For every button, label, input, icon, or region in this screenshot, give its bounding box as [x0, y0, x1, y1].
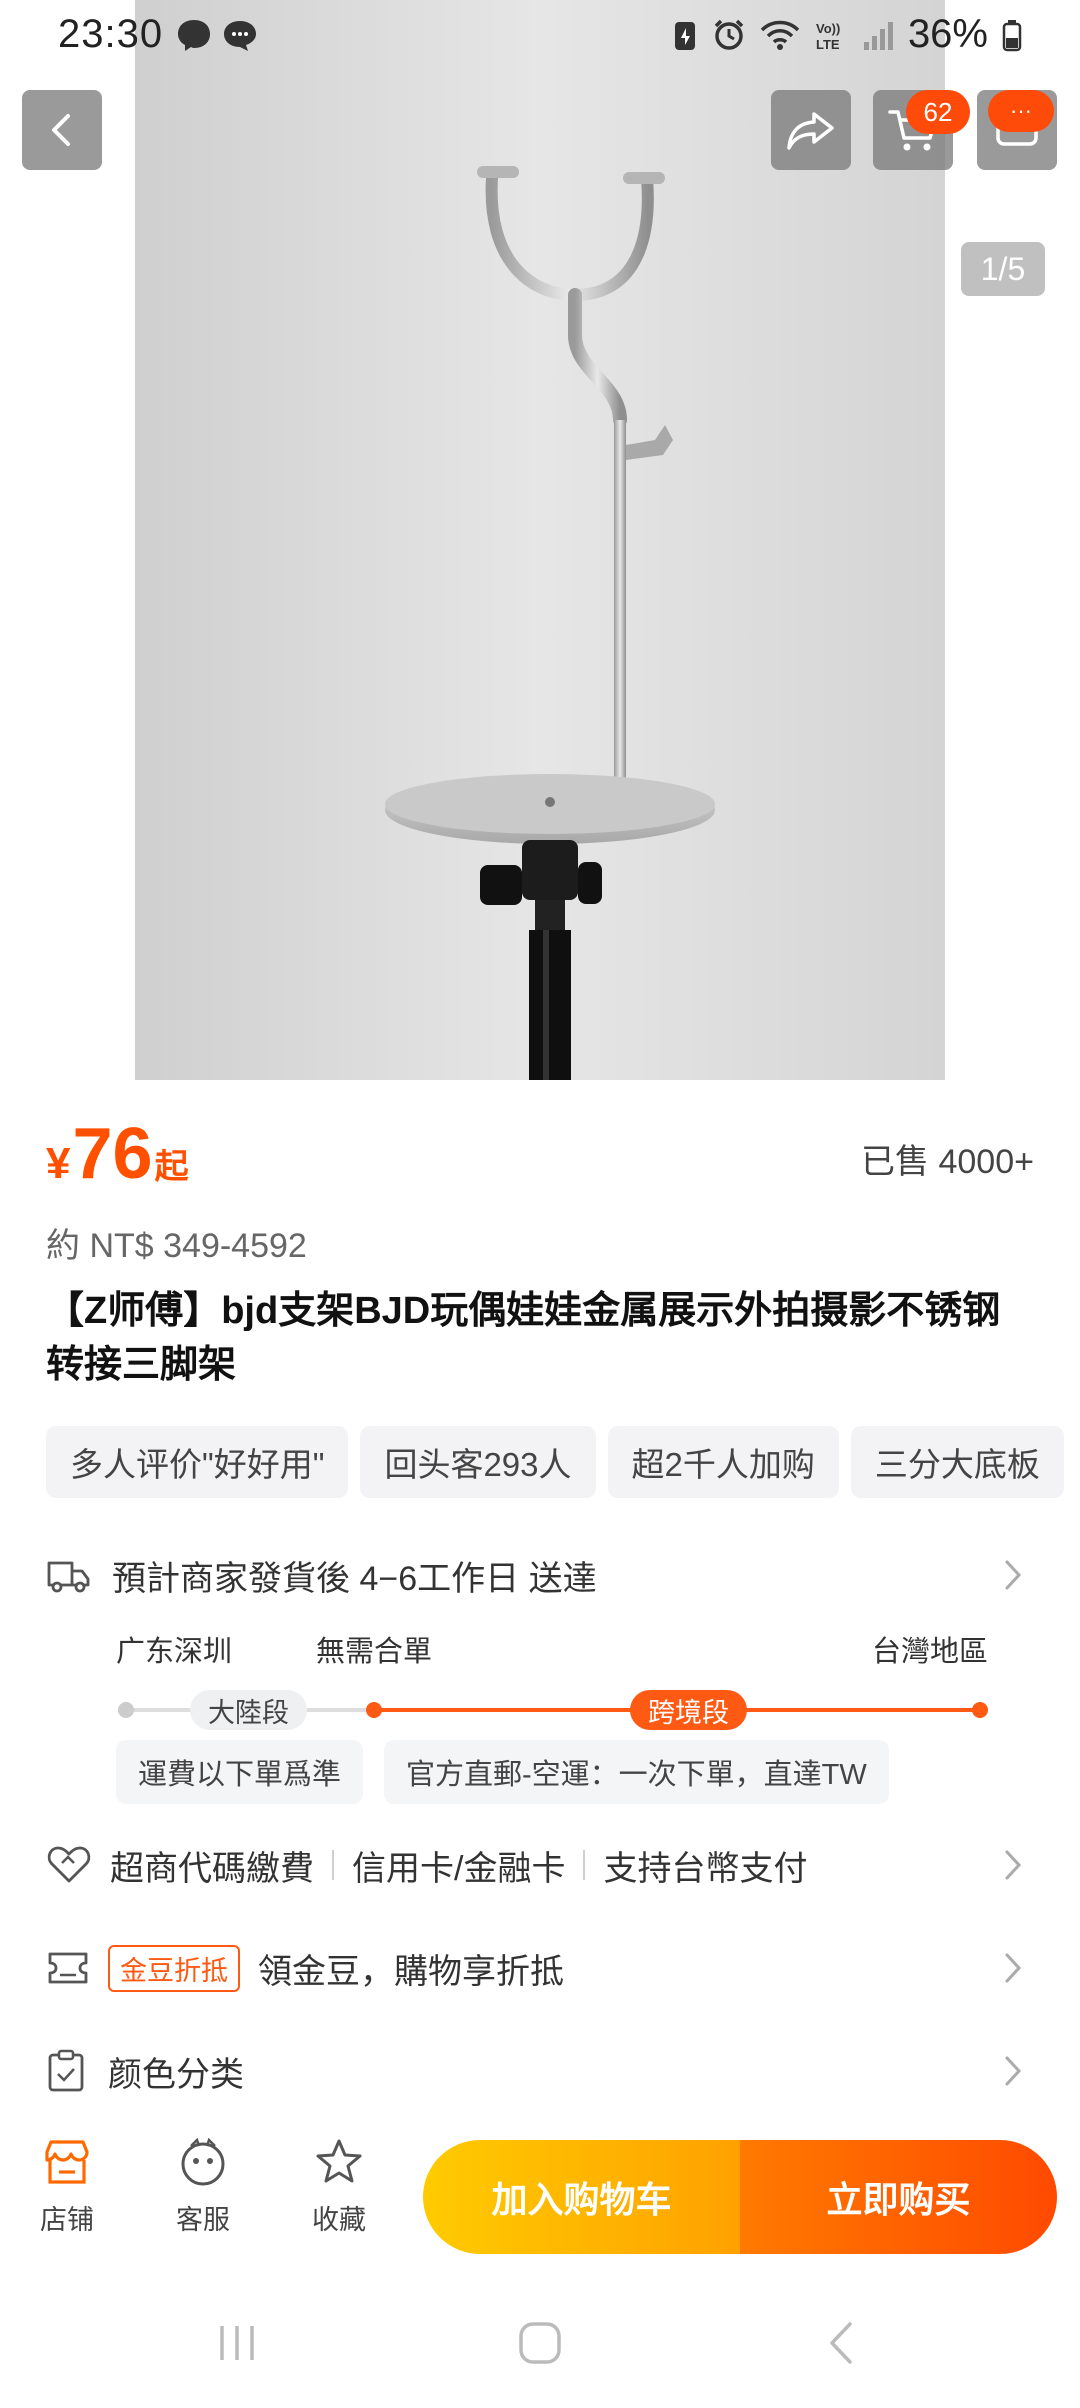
favorite-tab[interactable]: 收藏	[284, 2138, 394, 2237]
star-icon	[316, 2139, 362, 2183]
tag-repeat-customers[interactable]: 回头客293人	[360, 1426, 596, 1498]
payment-convenience-store: 超商代碼繳費	[110, 1849, 314, 1888]
clipboard-icon	[48, 2049, 84, 2092]
heart-icon	[47, 1846, 91, 1883]
variant-label: 颜色分类	[108, 2055, 244, 2094]
share-button[interactable]	[771, 90, 851, 170]
alarm-icon	[714, 19, 744, 50]
route-dot-end	[972, 1702, 988, 1718]
messenger-icon	[178, 20, 210, 51]
delivery-estimate: 預計商家發貨後 4−6工作日 送達	[112, 1559, 597, 1598]
chat-icon	[224, 21, 256, 51]
battery-icon	[1002, 19, 1022, 51]
product-image-gallery[interactable]: 62 ··· 1/5	[0, 0, 1080, 1080]
sold-count: 已售 4000+	[861, 1143, 1034, 1181]
home-icon[interactable]	[515, 2318, 565, 2368]
more-badge: ···	[988, 90, 1054, 132]
route-origin: 广东深圳	[116, 1636, 233, 1668]
wifi-icon	[760, 20, 800, 50]
shipping-fee-note: 運費以下單爲準	[116, 1740, 364, 1804]
svg-text:LTE: LTE	[816, 37, 840, 52]
store-label: 店铺	[40, 2205, 94, 2235]
favorite-label: 收藏	[312, 2205, 366, 2235]
chevron-right-icon	[1005, 1953, 1022, 1983]
battery-percent: 36%	[907, 12, 988, 56]
status-bar: 23:30 Vo)) LTE 36%	[0, 0, 1080, 70]
segment-mainland: 大陸段	[190, 1690, 307, 1730]
product-title: 【Z师傅】bjd支架BJD玩偶娃娃金属展示外拍摄影不锈钢转接三脚架	[46, 1290, 1001, 1386]
ntd-price: 約 NT$ 349-4592	[46, 1227, 307, 1265]
divider	[332, 1850, 334, 1880]
back-button[interactable]	[22, 90, 102, 170]
chevron-right-icon	[1005, 1560, 1022, 1590]
buy-now-button[interactable]: 立即购买	[740, 2140, 1057, 2254]
volte-icon: Vo)) LTE	[816, 21, 840, 52]
gold-coin-row[interactable]: 金豆折抵 領金豆，購物享折抵	[46, 1933, 1034, 2003]
customer-service-icon	[181, 2138, 225, 2186]
truck-icon	[47, 1561, 90, 1593]
share-icon	[787, 112, 834, 150]
payment-twd: 支持台幣支付	[603, 1849, 808, 1888]
delivery-route: 大陸段 跨境段	[118, 1690, 988, 1730]
route-dot-start	[118, 1702, 134, 1718]
service-tab[interactable]: 客服	[148, 2138, 258, 2237]
svg-text:Vo)): Vo))	[816, 21, 840, 36]
chevron-left-icon	[52, 114, 70, 146]
route-dot-mid	[366, 1702, 382, 1718]
purchase-buttons: 加入购物车 立即购买	[423, 2140, 1057, 2254]
battery-saver-icon	[674, 21, 695, 50]
route-destination: 台灣地區	[871, 1636, 988, 1668]
system-back-icon[interactable]	[818, 2318, 868, 2368]
payment-row[interactable]: 超商代碼繳費 信用卡/金融卡 支持台幣支付	[46, 1830, 1034, 1900]
price: ¥ 76 起	[46, 1113, 189, 1195]
status-time: 23:30	[58, 12, 164, 56]
payment-credit-card: 信用卡/金融卡	[352, 1849, 566, 1888]
route-no-merge: 無需合單	[316, 1636, 433, 1668]
price-currency: ¥	[46, 1139, 71, 1188]
price-amount: 76	[72, 1114, 153, 1194]
signal-icon	[863, 21, 893, 50]
route-notes: 運費以下單爲準 官方直郵-空運：一次下單，直達TW	[116, 1740, 988, 1804]
chevron-right-icon	[1005, 1850, 1022, 1880]
bottom-action-bar: 店铺 客服 收藏 加入购物车 立即购买	[0, 2118, 1080, 2278]
recent-apps-icon[interactable]	[212, 2318, 262, 2368]
image-page-indicator: 1/5	[961, 242, 1045, 296]
divider	[583, 1850, 586, 1880]
variant-row[interactable]: 颜色分类	[46, 2036, 1034, 2106]
route-labels: 广东深圳 無需合單 台灣地區	[116, 1628, 988, 1668]
tag-reviews[interactable]: 多人评价"好好用"	[46, 1426, 349, 1498]
coupon-icon	[48, 1952, 88, 1984]
store-tab[interactable]: 店铺	[12, 2138, 122, 2237]
service-label: 客服	[176, 2205, 230, 2235]
tag-add-to-cart-count[interactable]: 超2千人加购	[607, 1426, 839, 1498]
gold-coin-tag: 金豆折抵	[108, 1944, 240, 1992]
add-to-cart-button[interactable]: 加入购物车	[423, 2140, 740, 2254]
price-suffix: 起	[154, 1148, 189, 1186]
delivery-section[interactable]: 預計商家發貨後 4−6工作日 送達 广东深圳 無需合單 台灣地區 大陸段 跨境段…	[46, 1540, 1034, 1840]
chevron-right-icon	[1005, 2056, 1022, 2086]
segment-cross-border: 跨境段	[630, 1690, 747, 1730]
tag-list[interactable]: 多人评价"好好用" 回头客293人 超2千人加购 三分大底板	[46, 1426, 1080, 1498]
cart-count-badge: 62	[906, 90, 970, 134]
shipping-method-note: 官方直郵-空運：一次下單，直達TW	[384, 1740, 889, 1804]
tag-base-plate[interactable]: 三分大底板	[850, 1426, 1064, 1498]
store-icon	[45, 2140, 89, 2184]
gold-coin-text: 領金豆，購物享折抵	[258, 1952, 564, 1991]
system-navigation-bar	[0, 2290, 1080, 2408]
price-row: ¥ 76 起 已售 4000+	[46, 1113, 1034, 1195]
delivery-header[interactable]: 預計商家發貨後 4−6工作日 送達	[46, 1540, 1034, 1610]
